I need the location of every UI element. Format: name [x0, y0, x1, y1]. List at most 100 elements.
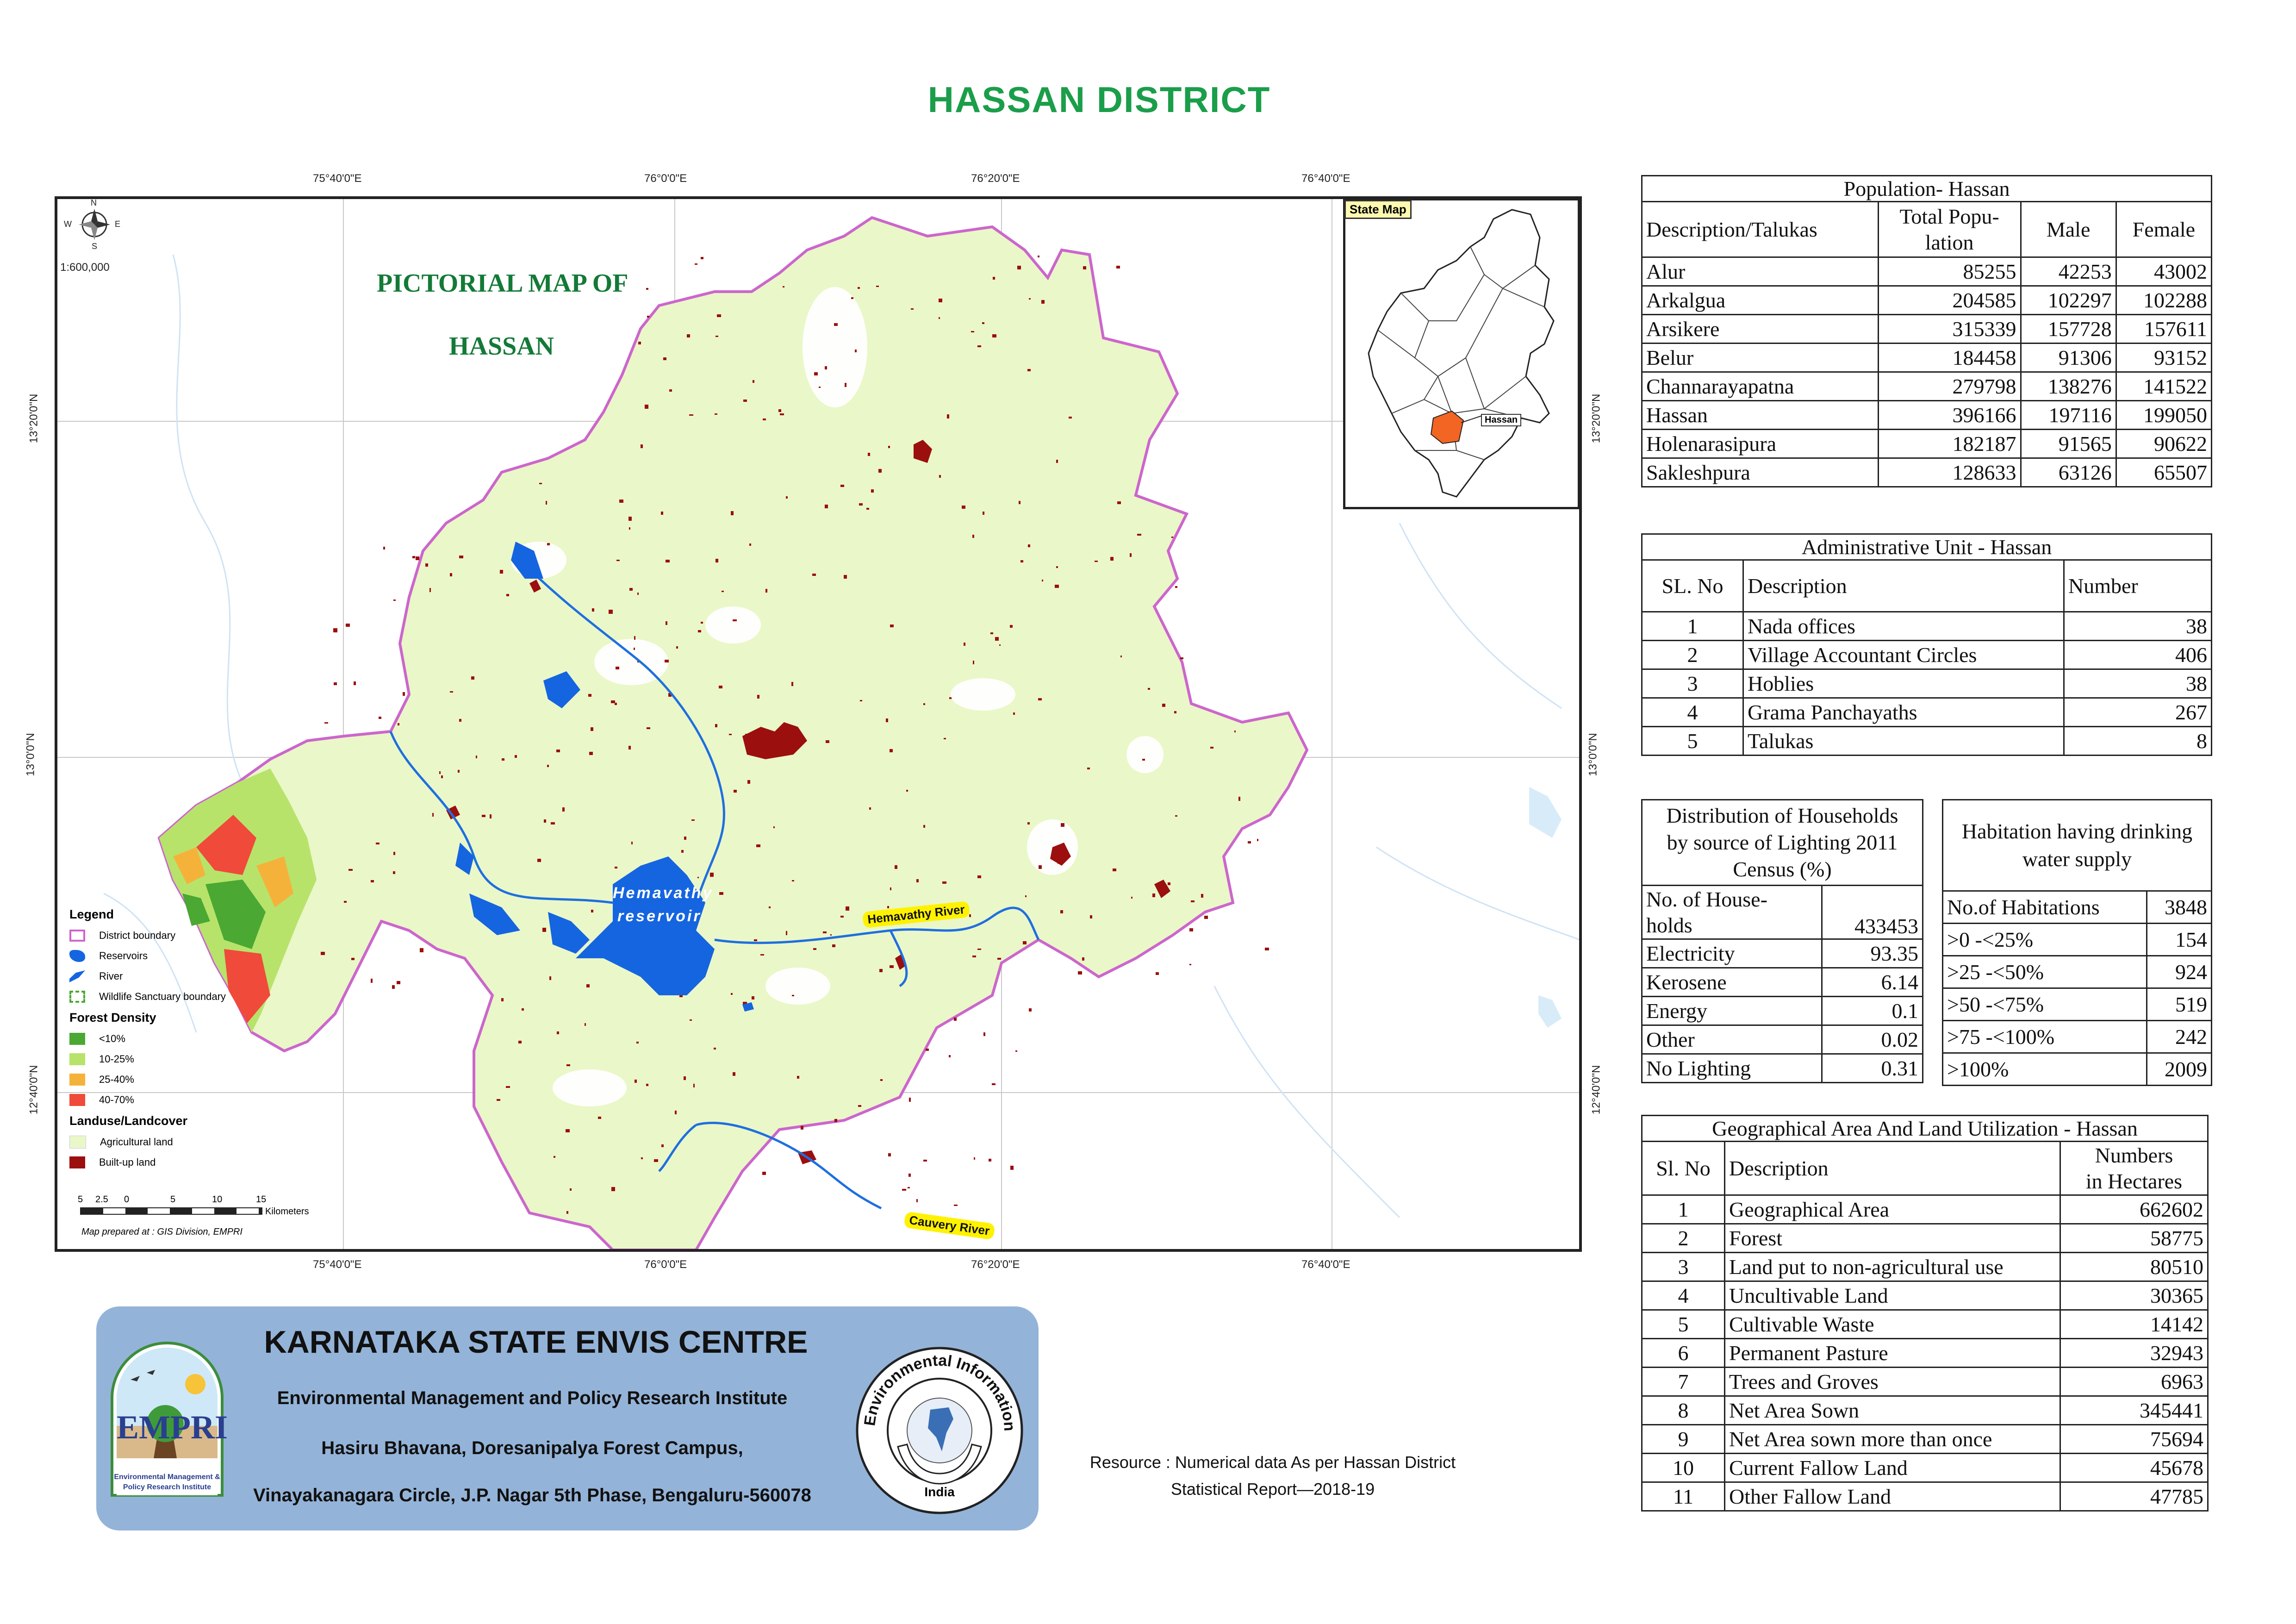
water-row-cell: No.of Habitations [1942, 890, 2147, 924]
land-row-cell: Other Fallow Land [1724, 1481, 2061, 1512]
north-arrow-icon [79, 209, 110, 240]
builtup-speck [635, 1080, 637, 1083]
builtup-speck [666, 621, 667, 625]
population-rows: Alur 85255 42253 43002 Arkalgua 204585 102297 1… [1641, 256, 2213, 487]
builtup-speck [629, 588, 633, 591]
lat-tick-left-1: 13°20'0"N [27, 394, 40, 443]
builtup-speck [641, 444, 643, 448]
state-inset-map[interactable] [1343, 198, 1580, 509]
builtup-speck [665, 660, 669, 662]
builtup-speck [962, 506, 965, 509]
builtup-speck [876, 286, 879, 287]
land-row-cell: Land put to non-agricultural use [1724, 1252, 2061, 1282]
lighting-row-cell: Other [1641, 1024, 1823, 1055]
population-row-cell: Arsikere [1641, 314, 1879, 344]
lon-tick-bottom-3: 76°20'0"E [971, 1258, 1020, 1271]
builtup-speck [752, 996, 754, 999]
lighting-row-cell: 0.02 [1821, 1024, 1923, 1055]
admin-caption: Administrative Unit - Hassan [1641, 533, 2212, 561]
builtup-speck [792, 880, 794, 881]
builtup-speck [906, 790, 908, 792]
builtup-speck [676, 646, 678, 649]
builtup-speck [840, 485, 844, 487]
builtup-speck [1156, 972, 1159, 975]
builtup-speck [716, 559, 718, 562]
builtup-speck [1152, 893, 1155, 897]
builtup-speck [333, 628, 337, 632]
land-row-cell: Forest [1724, 1223, 2061, 1253]
builtup-speck [733, 1072, 735, 1076]
land-row-cell: 45678 [2060, 1453, 2209, 1483]
builtup-speck [1180, 657, 1183, 659]
builtup-speck [1082, 957, 1084, 961]
legend-forest-25-40: 25-40% [69, 1069, 329, 1090]
river-swatch [69, 970, 85, 982]
map-scale-ratio: 1:600,000 [60, 261, 110, 274]
builtup-speck [1175, 586, 1177, 588]
land-row-cell: Current Fallow Land [1724, 1453, 2061, 1483]
builtup-speck [684, 837, 686, 840]
legend-item-wildlife-boundary: Wildlife Sanctuary boundary [69, 987, 329, 1007]
population-row-cell: Hassan [1641, 400, 1879, 430]
builtup-speck [500, 570, 503, 574]
builtup-speck [1027, 822, 1030, 824]
population-row-cell: 199050 [2115, 400, 2213, 430]
builtup-speck [412, 556, 415, 558]
land-row-cell: Net Area Sown [1724, 1395, 2061, 1425]
land-row-cell: 345441 [2060, 1395, 2209, 1425]
builtup-speck [638, 342, 641, 344]
builtup-speck [964, 643, 965, 646]
land-row-cell: 10 [1641, 1453, 1725, 1483]
builtup-speck [977, 875, 981, 878]
land-row-cell: 80510 [2060, 1252, 2209, 1282]
builtup-speck [797, 1076, 799, 1079]
admin-row: 2 Village Accountant Circles 406 [1641, 640, 2212, 670]
builtup-speck [556, 750, 560, 752]
builtup-speck [731, 993, 733, 995]
admin-header-number: Number [2063, 559, 2212, 612]
builtup-speck [942, 881, 946, 884]
population-row-cell: 396166 [1877, 400, 2022, 430]
builtup-speck [628, 746, 631, 750]
admin-row-cell: 4 [1641, 697, 1744, 727]
admin-row-cell: 3 [1641, 668, 1744, 699]
land-row-cell: 30365 [2060, 1280, 2209, 1311]
builtup-speck [871, 489, 874, 493]
builtup-speck [858, 1105, 861, 1107]
builtup-speck [557, 1031, 559, 1034]
inset-title: State Map [1344, 200, 1412, 219]
builtup-speck [1130, 553, 1132, 557]
builtup-swatch [69, 1156, 85, 1168]
builtup-speck [834, 1119, 837, 1122]
builtup-speck [482, 815, 485, 817]
builtup-speck [351, 958, 355, 960]
admin-header-description: Description [1742, 559, 2065, 612]
builtup-speck [878, 469, 882, 473]
builtup-speck [515, 755, 517, 758]
builtup-speck [344, 901, 347, 903]
land-row: 6 Permanent Pasture 32943 [1641, 1338, 2209, 1368]
builtup-speck [393, 871, 395, 874]
builtup-speck [637, 593, 639, 595]
builtup-speck [542, 928, 546, 932]
builtup-speck [691, 819, 695, 821]
population-row-cell: 42253 [2020, 256, 2117, 287]
builtup-speck [1113, 868, 1116, 871]
lighting-row-cell: No Lighting [1641, 1053, 1823, 1083]
builtup-speck [868, 453, 870, 456]
admin-row: 5 Talukas 8 [1641, 726, 2212, 756]
land-rows: 1 Geographical Area 662602 2 Forest 58775 3 Lan… [1641, 1194, 2209, 1512]
builtup-speck [719, 892, 723, 895]
builtup-speck [855, 350, 857, 352]
banner-line-3: Vinayakanagara Circle, J.P. Nagar 5th Ph… [253, 1485, 811, 1505]
compass-e: E [115, 219, 121, 229]
population-row-cell: 315339 [1877, 314, 2022, 344]
lon-tick-bottom-4: 76°40'0"E [1301, 1258, 1350, 1271]
lighting-row: Other 0.02 [1641, 1024, 1923, 1055]
builtup-speck [813, 948, 816, 950]
builtup-speck [895, 865, 897, 869]
builtup-speck [1017, 266, 1021, 269]
builtup-speck [814, 372, 818, 375]
builtup-speck [592, 608, 594, 612]
builtup-speck [646, 1084, 648, 1086]
